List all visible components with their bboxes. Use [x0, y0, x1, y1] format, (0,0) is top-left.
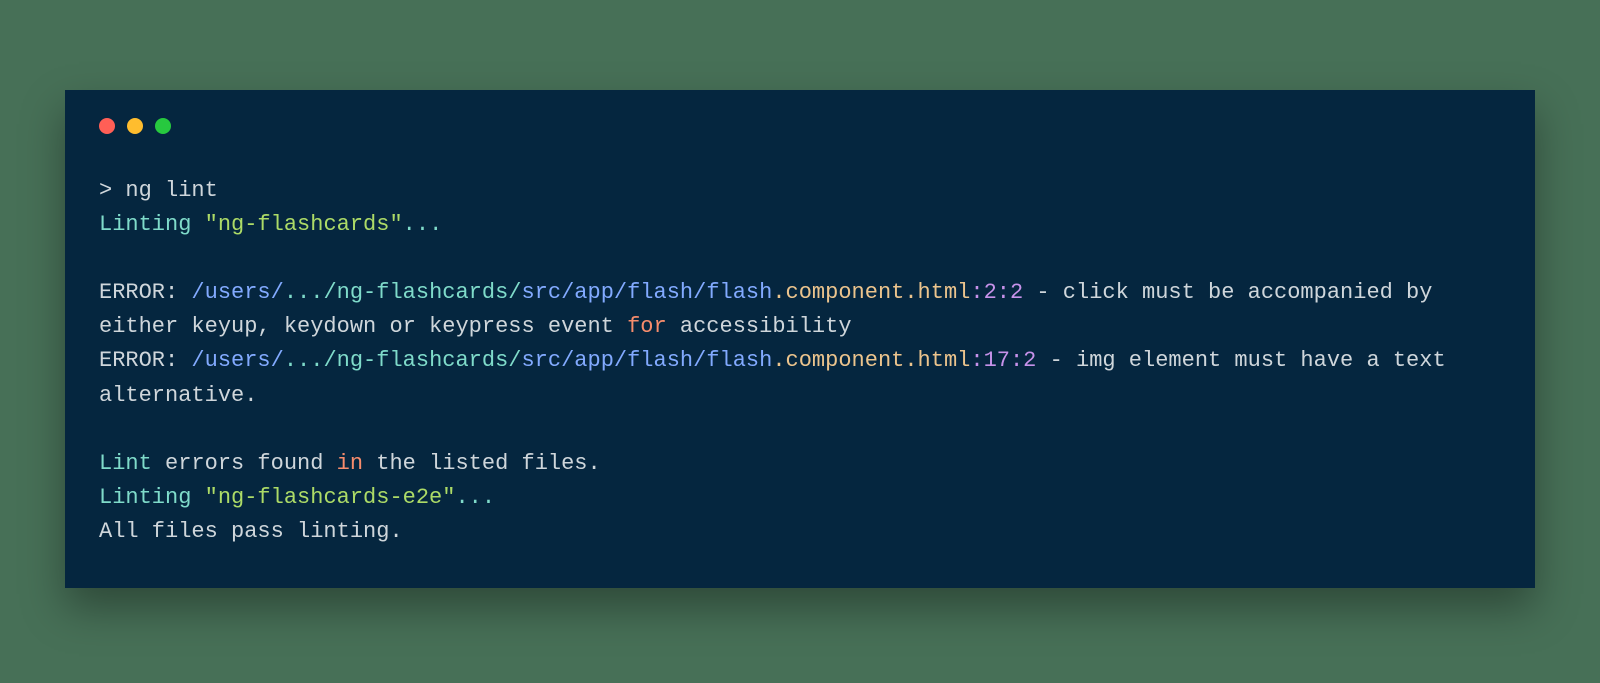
file-ext: .component.html [772, 280, 970, 305]
window-controls [99, 118, 1501, 134]
path-seg: /users/ [191, 280, 283, 305]
path-seg: .../ng-flashcards/ [284, 348, 522, 373]
terminal-window: > ng lint Linting "ng-flashcards"... ERR… [65, 90, 1535, 588]
path-seg: .../ng-flashcards/ [284, 280, 522, 305]
error-label: ERROR: [99, 348, 191, 373]
path-seg: src/app/flash/flash [521, 280, 772, 305]
project-name: "ng-flashcards" [205, 212, 403, 237]
keyword: for [627, 314, 667, 339]
project-name: "ng-flashcards-e2e" [205, 485, 456, 510]
ellipsis: ... [403, 212, 443, 237]
line-col: :2:2 [970, 280, 1023, 305]
error-label: ERROR: [99, 280, 191, 305]
terminal-output: > ng lint Linting "ng-flashcards"... ERR… [99, 174, 1501, 549]
minimize-icon[interactable] [127, 118, 143, 134]
lint-word: Lint [99, 451, 152, 476]
file-ext: .component.html [772, 348, 970, 373]
zoom-icon[interactable] [155, 118, 171, 134]
summary-text: the listed files. [363, 451, 601, 476]
path-seg: /users/ [191, 348, 283, 373]
keyword: in [337, 451, 363, 476]
close-icon[interactable] [99, 118, 115, 134]
all-pass: All files pass linting. [99, 519, 403, 544]
linting-label: Linting [99, 485, 205, 510]
path-seg: src/app/flash/flash [521, 348, 772, 373]
error-message: accessibility [667, 314, 852, 339]
summary-text: errors found [152, 451, 337, 476]
linting-label: Linting [99, 212, 205, 237]
ellipsis: ... [455, 485, 495, 510]
prompt-line: > ng lint [99, 178, 218, 203]
line-col: :17:2 [970, 348, 1036, 373]
